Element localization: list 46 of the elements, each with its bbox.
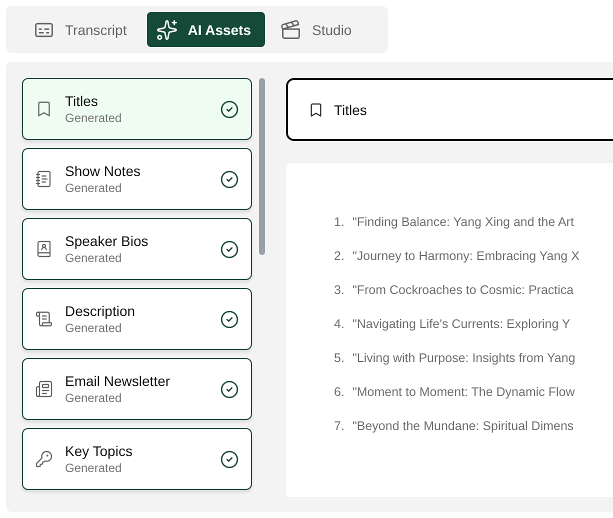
- scroll-icon: [35, 310, 53, 328]
- asset-card[interactable]: Show Notes Generated: [22, 148, 252, 210]
- asset-status: Generated: [65, 251, 123, 265]
- asset-title: Titles: [65, 93, 99, 109]
- asset-status: Generated: [65, 181, 123, 195]
- sparkles-icon: [156, 18, 178, 40]
- asset-status: Generated: [65, 111, 123, 125]
- title-suggestion: "Beyond the Mundane: Spiritual Dimens: [352, 419, 574, 433]
- asset-title: Speaker Bios: [65, 233, 150, 249]
- key-icon: [35, 450, 53, 468]
- title-suggestion: "Living with Purpose: Insights from Yang: [352, 351, 576, 365]
- list-number: 5.: [334, 351, 344, 365]
- list-number: 1.: [334, 215, 344, 229]
- list-number: 6.: [334, 385, 344, 399]
- bookmark-icon: [308, 102, 324, 118]
- asset-card[interactable]: Email Newsletter Generated: [22, 358, 252, 420]
- newspaper-icon: [35, 380, 53, 398]
- list-number: 3.: [334, 283, 344, 297]
- scrollbar[interactable]: [259, 78, 265, 255]
- title-suggestion: "Navigating Life's Currents: Exploring Y: [352, 317, 570, 331]
- title-suggestion: "Moment to Moment: The Dynamic Flow: [352, 385, 575, 399]
- tab[interactable]: AI Assets: [146, 12, 266, 47]
- list-number: 2.: [334, 249, 344, 263]
- asset-status: Generated: [65, 321, 123, 335]
- asset-card[interactable]: Speaker Bios Generated: [22, 218, 252, 280]
- asset-status: Generated: [65, 391, 123, 405]
- tab[interactable]: Studio: [271, 12, 366, 47]
- asset-card[interactable]: Description Generated: [22, 288, 252, 350]
- title-suggestion: "Finding Balance: Yang Xing and the Art: [352, 215, 574, 229]
- asset-title: Show Notes: [65, 163, 142, 179]
- notepad-icon: [35, 170, 53, 188]
- contact-book-icon: [35, 240, 53, 258]
- asset-card[interactable]: Titles Generated: [22, 78, 252, 140]
- tab[interactable]: Transcript: [24, 12, 141, 47]
- detail-title: Titles: [334, 102, 367, 118]
- title-suggestion: "From Cockroaches to Cosmic: Practica: [352, 283, 574, 297]
- list-number: 4.: [334, 317, 344, 331]
- asset-title: Email Newsletter: [65, 373, 172, 389]
- asset-title: Key Topics: [65, 443, 134, 459]
- list-number: 7.: [334, 419, 344, 433]
- clapperboard-icon: [280, 18, 302, 40]
- asset-card[interactable]: Key Topics Generated: [22, 428, 252, 490]
- asset-title: Description: [65, 303, 136, 319]
- asset-status: Generated: [65, 461, 123, 475]
- bookmark-icon: [35, 100, 53, 118]
- title-suggestion: "Journey to Harmony: Embracing Yang X: [352, 249, 580, 263]
